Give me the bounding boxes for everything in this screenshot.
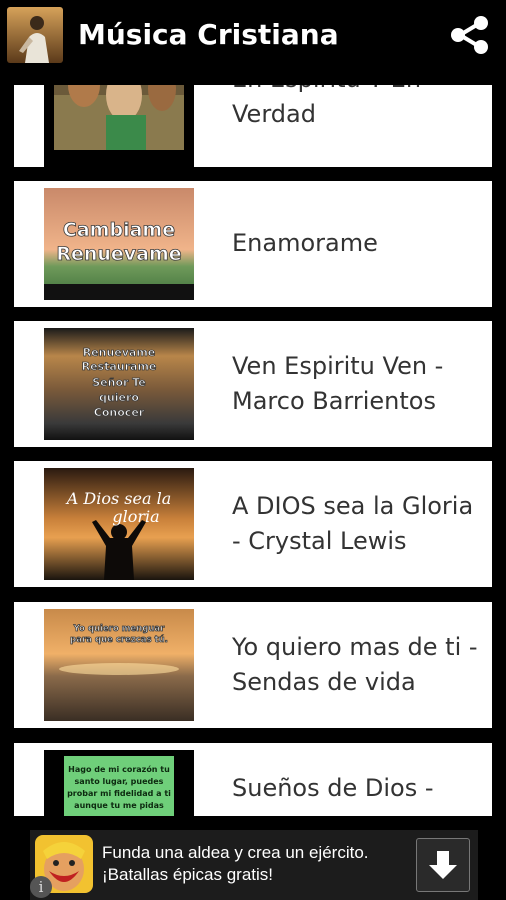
thumbnail-caption: Yo quiero menguar: [73, 624, 166, 634]
thumbnail-caption: santo lugar, puedes: [75, 777, 164, 786]
thumbnail-caption: probar mi fidelidad a ti: [67, 789, 171, 798]
ad-text[interactable]: Funda una aldea y crea un ejército. ¡Bat…: [102, 842, 392, 886]
thumbnail-caption: aunque tu me pidas: [74, 801, 164, 810]
thumbnail-caption: quiero: [99, 391, 139, 404]
thumbnail-caption: Señor Te: [92, 376, 146, 389]
ad-banner[interactable]: Funda una aldea y crea un ejército. ¡Bat…: [0, 830, 506, 900]
song-title: Enamorame: [232, 229, 378, 257]
thumbnail-caption: Conocer: [94, 406, 145, 419]
share-icon[interactable]: [448, 14, 492, 58]
thumbnail-caption: Cambiame: [63, 219, 175, 241]
song-title: Ven Espiritu Ven - Marco Barrientos: [232, 352, 444, 415]
info-icon[interactable]: i: [30, 876, 52, 898]
video-thumbnail: Renuevame Restaurame Señor Te quiero Con…: [44, 328, 194, 440]
video-thumbnail: Yo quiero menguar para que crezcas tú.: [44, 609, 194, 721]
thumbnail-caption: A Dios sea la: [65, 489, 171, 508]
song-item[interactable]: Yo quiero menguar para que crezcas tú. Y…: [14, 602, 492, 728]
video-thumbnail: Hago de mi corazón tu santo lugar, puede…: [44, 750, 194, 816]
song-item[interactable]: Renuevame Restaurame Señor Te quiero Con…: [14, 321, 492, 447]
song-item[interactable]: Hago de mi corazón tu santo lugar, puede…: [14, 743, 492, 816]
song-item[interactable]: Cambiame Renuevame Enamorame: [14, 181, 492, 307]
song-item[interactable]: A Dios sea la gloria A DIOS sea la Glori…: [14, 461, 492, 587]
song-title: En Espiritu Y En Verdad: [232, 85, 421, 128]
song-title: Sueños de Dios -: [232, 774, 434, 802]
thumbnail-caption: Hago de mi corazón tu: [68, 764, 170, 774]
song-item[interactable]: En Espiritu Y En Verdad: [14, 85, 492, 167]
video-thumbnail: [44, 85, 194, 167]
song-title: Yo quiero mas de ti - Sendas de vida: [232, 633, 478, 696]
song-title: A DIOS sea la Gloria - Crystal Lewis: [232, 492, 474, 555]
video-thumbnail: A Dios sea la gloria: [44, 468, 194, 580]
thumbnail-caption: Renuevame: [56, 243, 181, 265]
thumbnail-caption: Renuevame: [83, 346, 156, 359]
download-arrow-icon[interactable]: [416, 838, 470, 892]
app-bar: Música Cristiana: [0, 0, 506, 72]
song-list[interactable]: En Espiritu Y En Verdad Cambiame Renueva…: [0, 85, 506, 816]
thumbnail-caption: Restaurame: [82, 360, 157, 373]
ad-container[interactable]: Funda una aldea y crea un ejército. ¡Bat…: [30, 830, 478, 900]
video-thumbnail: Cambiame Renuevame: [44, 188, 194, 300]
thumbnail-caption: gloria: [112, 507, 159, 526]
praying-figure-icon[interactable]: [7, 7, 63, 63]
app-title: Música Cristiana: [78, 18, 339, 51]
thumbnail-caption: para que crezcas tú.: [70, 635, 168, 645]
